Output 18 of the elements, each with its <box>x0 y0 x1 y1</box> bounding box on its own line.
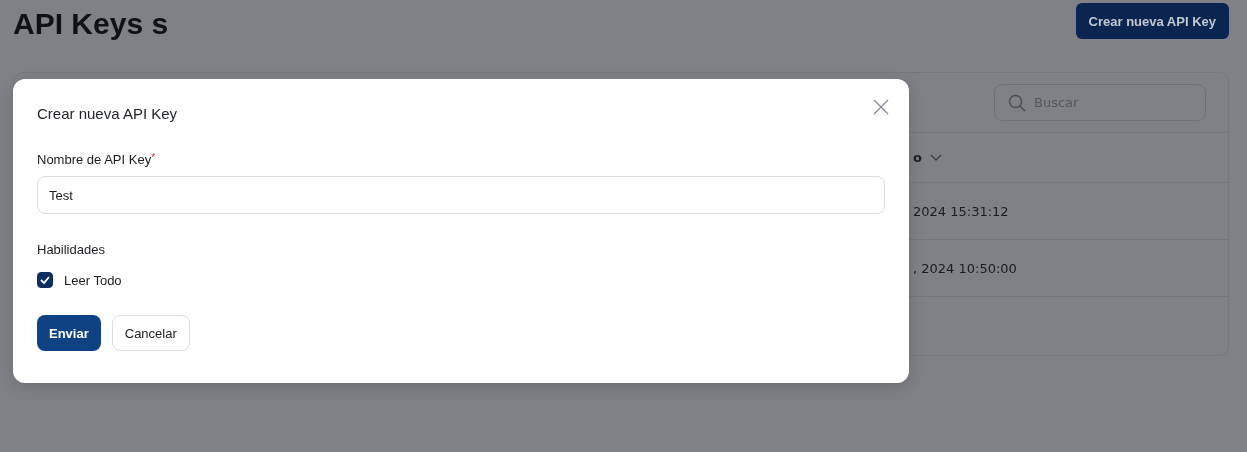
table-cell: 2024 15:31:12 <box>913 203 1009 219</box>
modal-title: Crear nueva API Key <box>37 105 179 122</box>
section-label: Habilidades <box>37 242 106 257</box>
chevron-down-icon[interactable] <box>929 153 942 162</box>
search-icon <box>1008 93 1026 112</box>
required-mark: * <box>151 152 156 163</box>
close-icon[interactable] <box>873 99 889 115</box>
cancel-button[interactable]: Cancelar <box>111 315 190 351</box>
page-title: API Keys s <box>13 6 169 41</box>
checkbox[interactable] <box>37 272 53 288</box>
table-cell: , 2024 10:50:00 <box>913 260 1017 276</box>
field-label: Nombre de API Key* <box>37 152 156 167</box>
submit-button[interactable]: Enviar <box>37 315 101 351</box>
checkbox-label: Leer Todo <box>64 272 122 288</box>
check-icon <box>40 276 50 284</box>
name-input-field[interactable]: Test <box>37 176 885 214</box>
column-header: o <box>913 150 922 165</box>
create-api-key-button[interactable]: Crear nueva API Key <box>1075 3 1229 39</box>
